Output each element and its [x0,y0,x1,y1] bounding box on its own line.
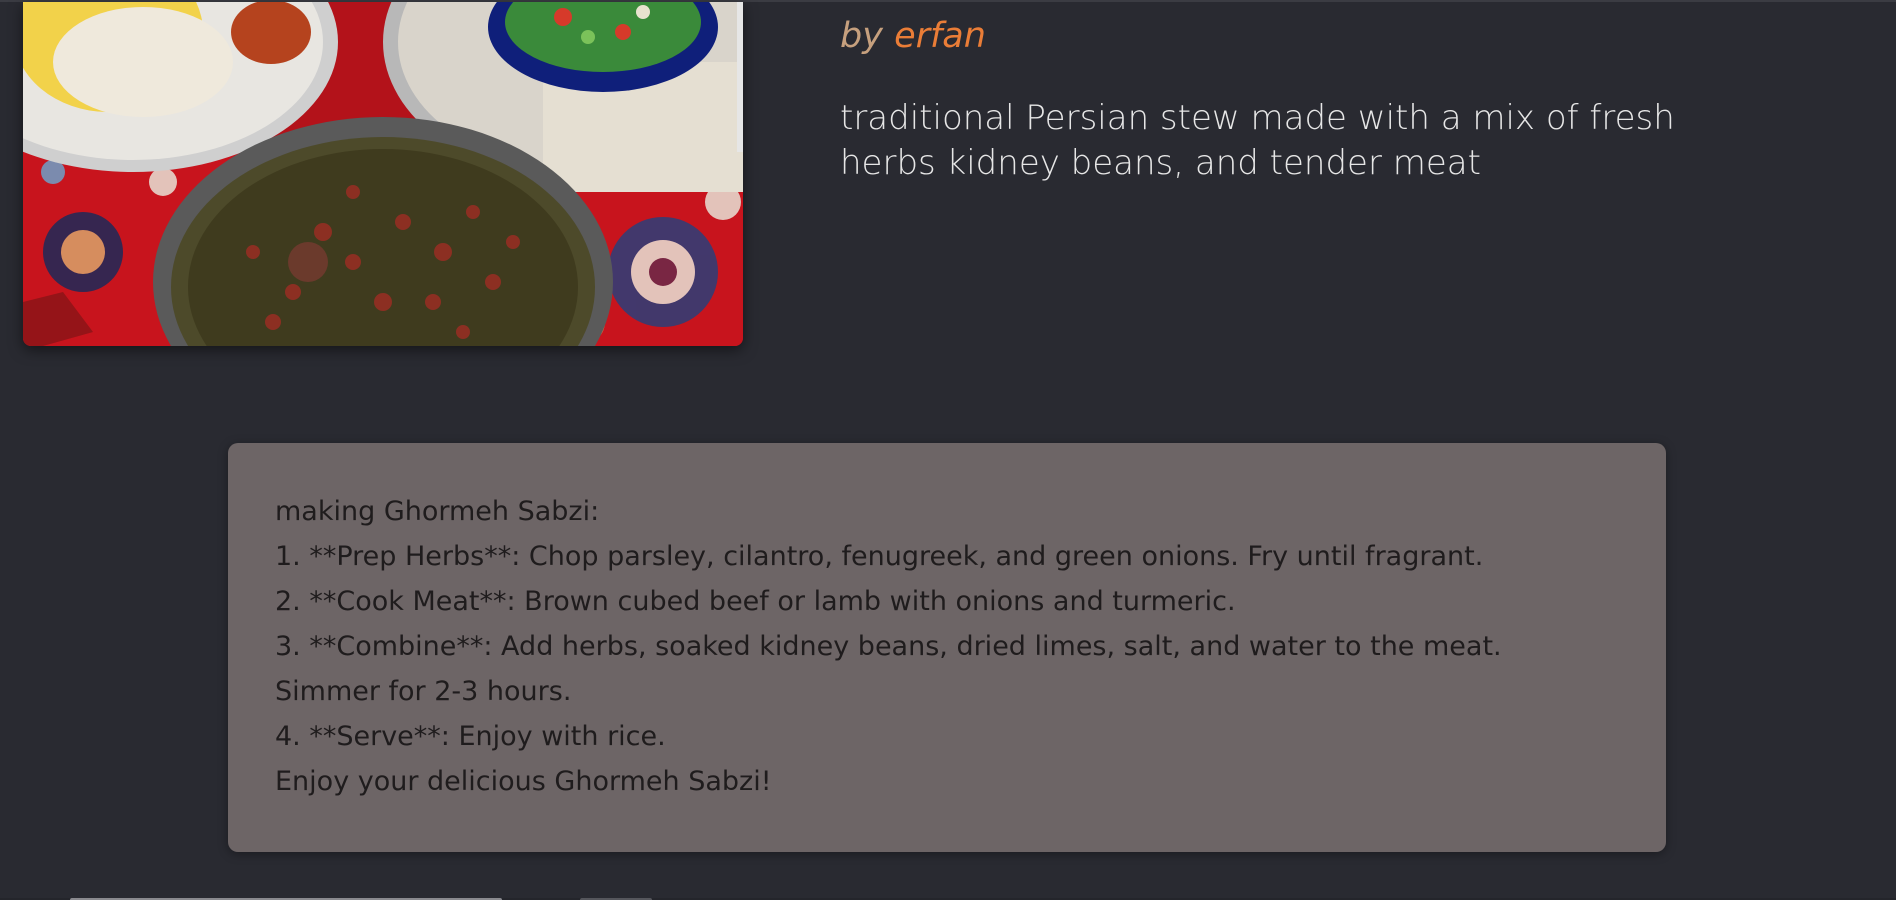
recipe-description: traditional Persian stew made with a mix… [840,98,1675,183]
instruction-step: 3. **Combine**: Add herbs, soaked kidney… [275,631,1502,707]
recipe-photo [23,2,743,346]
instructions-heading: making Ghormeh Sabzi: [275,496,600,527]
instructions-card: making Ghormeh Sabzi: 1. **Prep Herbs**:… [228,443,1666,852]
instruction-step: 1. **Prep Herbs**: Chop parsley, cilantr… [275,541,1484,572]
instruction-step: 2. **Cook Meat**: Brown cubed beef or la… [275,586,1236,617]
instruction-step: 4. **Serve**: Enjoy with rice. [275,721,666,752]
author-name-link[interactable]: erfan [894,16,986,56]
recipe-page: by erfan traditional Persian stew made w… [0,0,1896,900]
recipe-author: by erfan [840,16,986,56]
instructions-closing: Enjoy your delicious Ghormeh Sabzi! [275,766,772,797]
author-prefix: by [840,16,895,56]
